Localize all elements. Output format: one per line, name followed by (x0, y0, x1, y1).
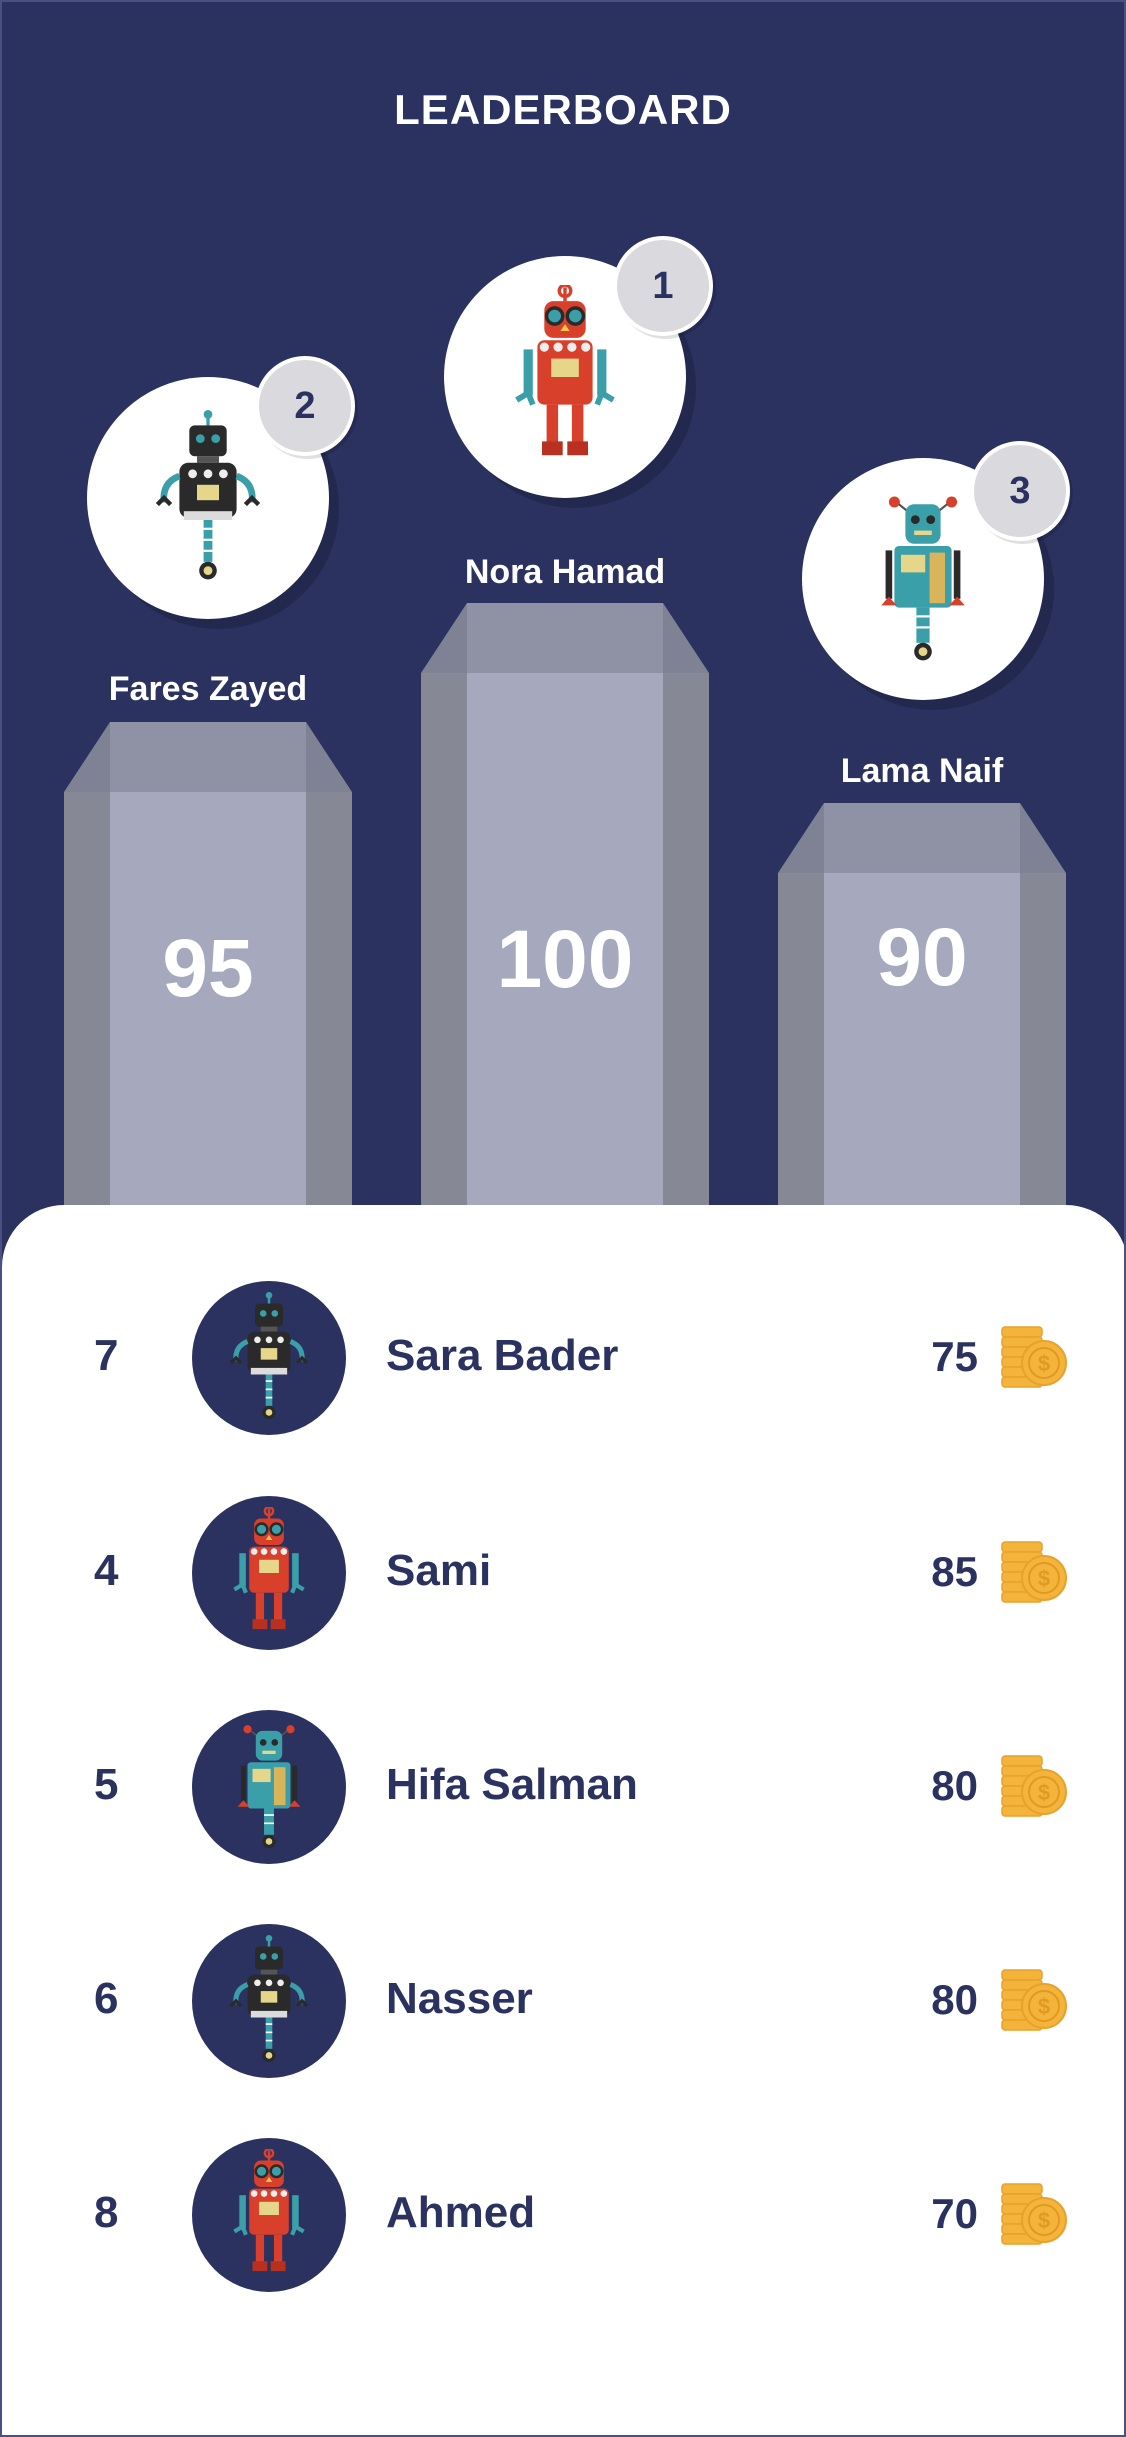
podium-second[interactable]: 2 Fares Zayed 95 (64, 2, 355, 1205)
rank-badge: 1 (613, 236, 713, 336)
rank-badge: 2 (255, 356, 355, 456)
list-name: Sara Bader (386, 1331, 619, 1380)
list-item[interactable]: 8 Ahmed 70 (2, 2138, 1126, 2298)
podium-score: 95 (162, 923, 254, 1014)
coin-stack-icon (1000, 1968, 1068, 2032)
podium-pillar: 100 (421, 603, 709, 1205)
list-name: Hifa Salman (386, 1760, 638, 1809)
podium-name: Nora Hamad (464, 553, 666, 591)
red-robot-icon (226, 1507, 312, 1639)
list-item[interactable]: 6 Nasser 80 (2, 1924, 1126, 2084)
rank-badge: 3 (970, 441, 1070, 541)
list-avatar (192, 1924, 346, 2078)
ranking-list: 7 Sara Bader 75 4 Sami 85 5 Hifa Salman … (2, 1205, 1126, 2435)
red-robot-icon (226, 2149, 312, 2281)
list-rank: 4 (94, 1546, 119, 1595)
list-points: 80 (931, 1762, 978, 1809)
list-name: Ahmed (386, 2188, 536, 2237)
coin-stack-icon (1000, 1325, 1068, 1389)
coin-stack-icon (1000, 1754, 1068, 1818)
black-robot-icon (226, 1292, 312, 1424)
list-name: Sami (386, 1546, 492, 1595)
podium-name: Lama Naif (840, 752, 1004, 790)
list-avatar (192, 1281, 346, 1435)
podium-pillar: 90 (778, 803, 1066, 1205)
leaderboard-screen: LEADERBOARD 2 Fares Zayed 95 1 Nora Hama… (0, 0, 1126, 2437)
pillar-shape (421, 603, 709, 1205)
red-robot-icon (503, 285, 627, 469)
list-avatar (192, 1710, 346, 1864)
list-item[interactable]: 4 Sami 85 (2, 1496, 1126, 1656)
list-name: Nasser (386, 1974, 533, 2023)
list-item[interactable]: 7 Sara Bader 75 (2, 1281, 1126, 1441)
list-points: 80 (931, 1976, 978, 2023)
teal-robot-icon (226, 1721, 312, 1853)
black-robot-icon (148, 410, 268, 586)
coin-stack-icon (1000, 1540, 1068, 1604)
podium-first[interactable]: 1 Nora Hamad 100 (421, 2, 713, 1205)
coin-stack-icon (1000, 2182, 1068, 2246)
podium-third[interactable]: 3 Lama Naif 90 (778, 2, 1070, 1205)
teal-robot-icon (864, 491, 982, 667)
list-points: 75 (931, 1333, 978, 1380)
podium-score: 90 (876, 912, 968, 1003)
list-rank: 8 (94, 2188, 119, 2237)
list-item[interactable]: 5 Hifa Salman 80 (2, 1710, 1126, 1870)
list-rank: 6 (94, 1974, 119, 2023)
list-rank: 5 (94, 1760, 119, 1809)
list-avatar (192, 2138, 346, 2292)
podium-name: Fares Zayed (108, 670, 308, 708)
list-rank: 7 (94, 1331, 119, 1380)
black-robot-icon (226, 1935, 312, 2067)
podium-score: 100 (496, 914, 634, 1005)
list-points: 70 (931, 2190, 978, 2237)
podium-pillar: 95 (64, 722, 352, 1205)
list-avatar (192, 1496, 346, 1650)
list-points: 85 (931, 1548, 978, 1595)
